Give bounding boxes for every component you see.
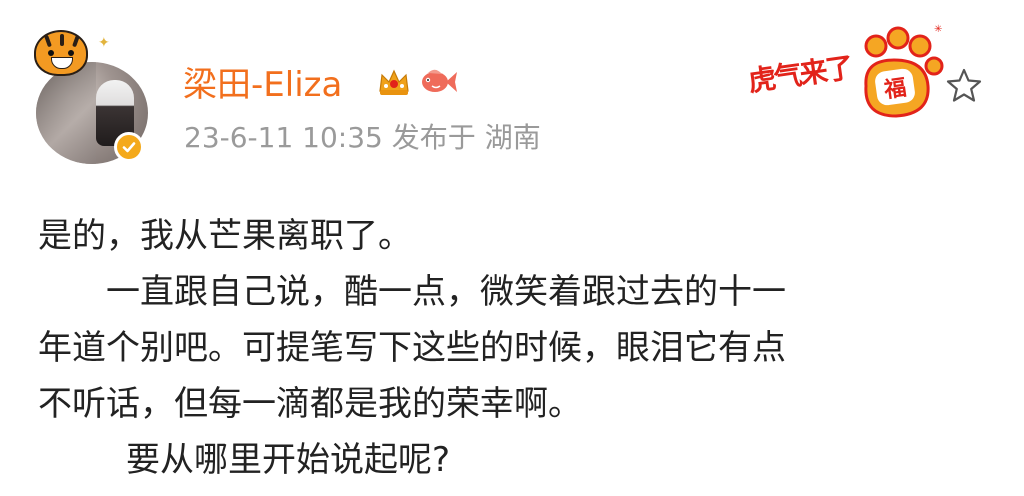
post-body-line: 年道个别吧。可提笔写下这些的时候，眼泪它有点: [38, 328, 786, 368]
post-body-line: 不听话，但每一滴都是我的荣幸啊。: [38, 384, 582, 424]
tiger-festive-decoration: 虎气来了 ✳ 福: [744, 24, 944, 128]
location-prefix: 发布于: [391, 121, 476, 154]
avatar-background: [36, 62, 96, 164]
crown-badge-icon: [379, 69, 409, 95]
post-meta: 23-6-11 10:35 发布于 湖南: [184, 119, 541, 157]
post-body: 是的，我从芒果离职了。 一直跟自己说，酷一点，微笑着跟过去的十一 年道个别吧。可…: [38, 208, 998, 488]
koi-fish-badge-icon: [422, 69, 457, 92]
post-body-line: 是的，我从芒果离职了。: [38, 216, 412, 256]
verified-check-icon: [114, 132, 144, 162]
sparkle-icon: ✦: [98, 35, 110, 51]
favorite-star-icon[interactable]: [944, 66, 984, 106]
author-name[interactable]: 梁田-Eliza: [183, 63, 342, 107]
post-timestamp: 23-6-11 10:35: [184, 121, 383, 154]
svg-text:✳: ✳: [934, 24, 942, 35]
festive-banner-text: 虎气来了: [746, 50, 854, 99]
fortune-character: 福: [873, 67, 917, 107]
post-header: ✦ 梁田-Eliza 23-6-11 10:35 发布于 湖南 虎气来了 ✳ 福: [0, 0, 1024, 180]
post-body-line: 一直跟自己说，酷一点，微笑着跟过去的十一: [106, 272, 786, 312]
tiger-avatar-frame-icon: [34, 30, 88, 76]
post-location[interactable]: 湖南: [485, 121, 541, 154]
post-body-line: 要从哪里开始说起呢?: [126, 440, 451, 480]
